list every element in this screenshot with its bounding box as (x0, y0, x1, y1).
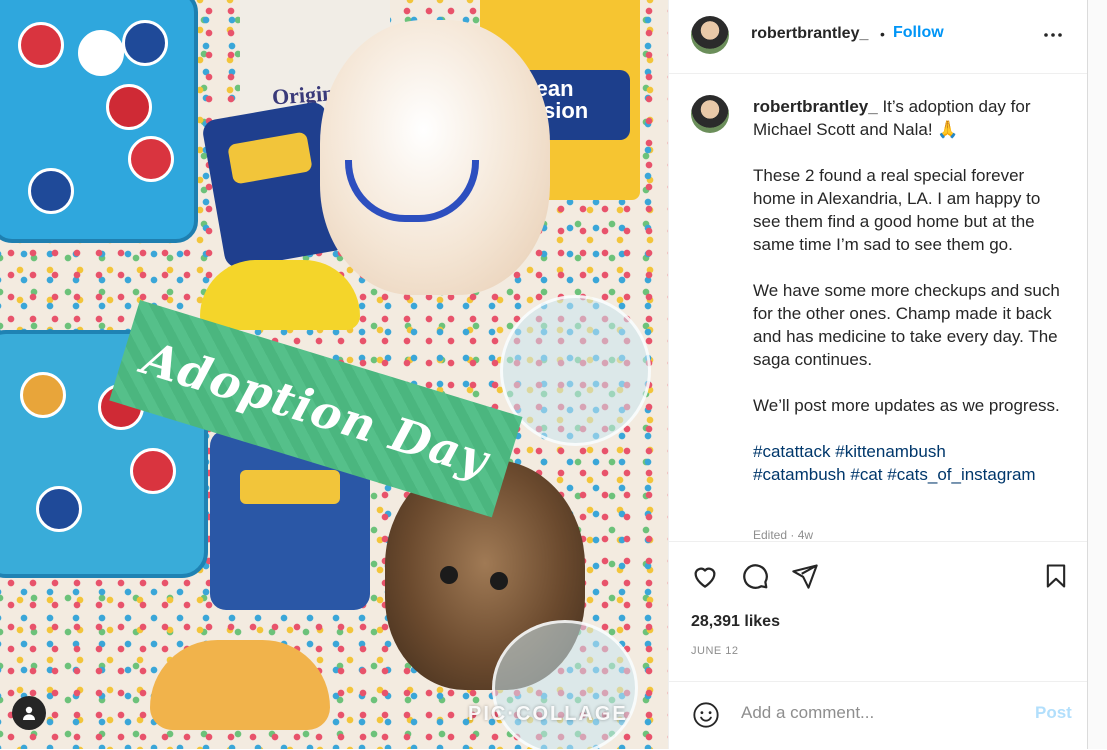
caption-area: robertbrantley_ It’s adoption day for Mi… (669, 73, 1088, 541)
kitten-eye (440, 566, 458, 584)
post-actions: 28,391 likes JUNE 12 (669, 541, 1088, 682)
post-caption: robertbrantley_ It’s adoption day for Mi… (753, 95, 1061, 509)
taco-toy (150, 640, 330, 730)
white-kitten (320, 20, 550, 295)
pic-collage-watermark: PIC·COLLAGE (468, 703, 628, 725)
share-icon (792, 564, 818, 589)
emoji-button[interactable] (690, 699, 722, 731)
panda-sticker (128, 136, 174, 182)
friskies-can-label (240, 470, 340, 504)
save-button[interactable] (1040, 560, 1072, 592)
fishbowl (500, 295, 651, 446)
flag-sticker (18, 22, 64, 68)
comment-button[interactable] (739, 560, 771, 592)
hashtag-link[interactable]: #catambush (753, 465, 846, 484)
like-button[interactable] (689, 560, 721, 592)
heart-sticker (78, 30, 124, 76)
separator-dot: • (880, 26, 885, 42)
user-tag-icon (23, 706, 35, 720)
australia-sticker (36, 486, 82, 532)
caption-avatar[interactable] (691, 95, 729, 133)
post-comment-button[interactable]: Post (1035, 703, 1072, 723)
comment-input[interactable] (739, 702, 1013, 724)
follow-button[interactable]: Follow (893, 24, 944, 42)
emoji-icon (693, 702, 719, 728)
australia-sticker (28, 168, 74, 214)
author-avatar[interactable] (691, 16, 729, 54)
author-username[interactable]: robertbrantley_ (751, 25, 868, 43)
comment-bar: Post (669, 681, 1088, 750)
caption-paragraph: We have some more checkups and such for … (753, 281, 1060, 369)
panda-sticker (130, 448, 176, 494)
caption-username[interactable]: robertbrantley_ (753, 97, 878, 116)
post-date[interactable]: JUNE 12 (691, 645, 739, 657)
hashtag-link[interactable]: #cats_of_instagram (887, 465, 1035, 484)
fishbowl (492, 620, 638, 749)
more-icon (1044, 33, 1062, 37)
heart-icon (694, 567, 716, 588)
uk-sticker (106, 84, 152, 130)
more-options-button[interactable] (1041, 23, 1065, 47)
like-count[interactable]: 28,391 likes (691, 613, 780, 631)
caption-paragraph: These 2 found a real special forever hom… (753, 166, 1041, 254)
tower-sticker (122, 20, 168, 66)
edited-label: Edited · 4w (753, 528, 814, 541)
hashtag-link[interactable]: #kittenambush (835, 442, 946, 461)
post-sidebar: robertbrantley_ • Follow robertbrantley_… (668, 0, 1088, 749)
page-scroll-gutter (1087, 0, 1107, 749)
post-photo[interactable]: Origina ocean plosion Adoption Day PIC·C… (0, 0, 668, 749)
hashtag-list: #catattack #kittenambush #catambush #cat… (753, 440, 1061, 486)
bookmark-icon (1046, 564, 1066, 588)
post-header: robertbrantley_ • Follow (669, 0, 1088, 74)
hashtag-link[interactable]: #cat (850, 465, 882, 484)
caption-paragraph: We’ll post more updates as we progress. (753, 396, 1060, 415)
taco-toy (200, 260, 360, 330)
hashtag-link[interactable]: #catattack (753, 442, 831, 461)
cactus-sticker (20, 372, 66, 418)
comment-icon (743, 564, 768, 589)
user-tag-button[interactable] (12, 696, 46, 730)
share-button[interactable] (789, 560, 821, 592)
kitten-eye (490, 572, 508, 590)
